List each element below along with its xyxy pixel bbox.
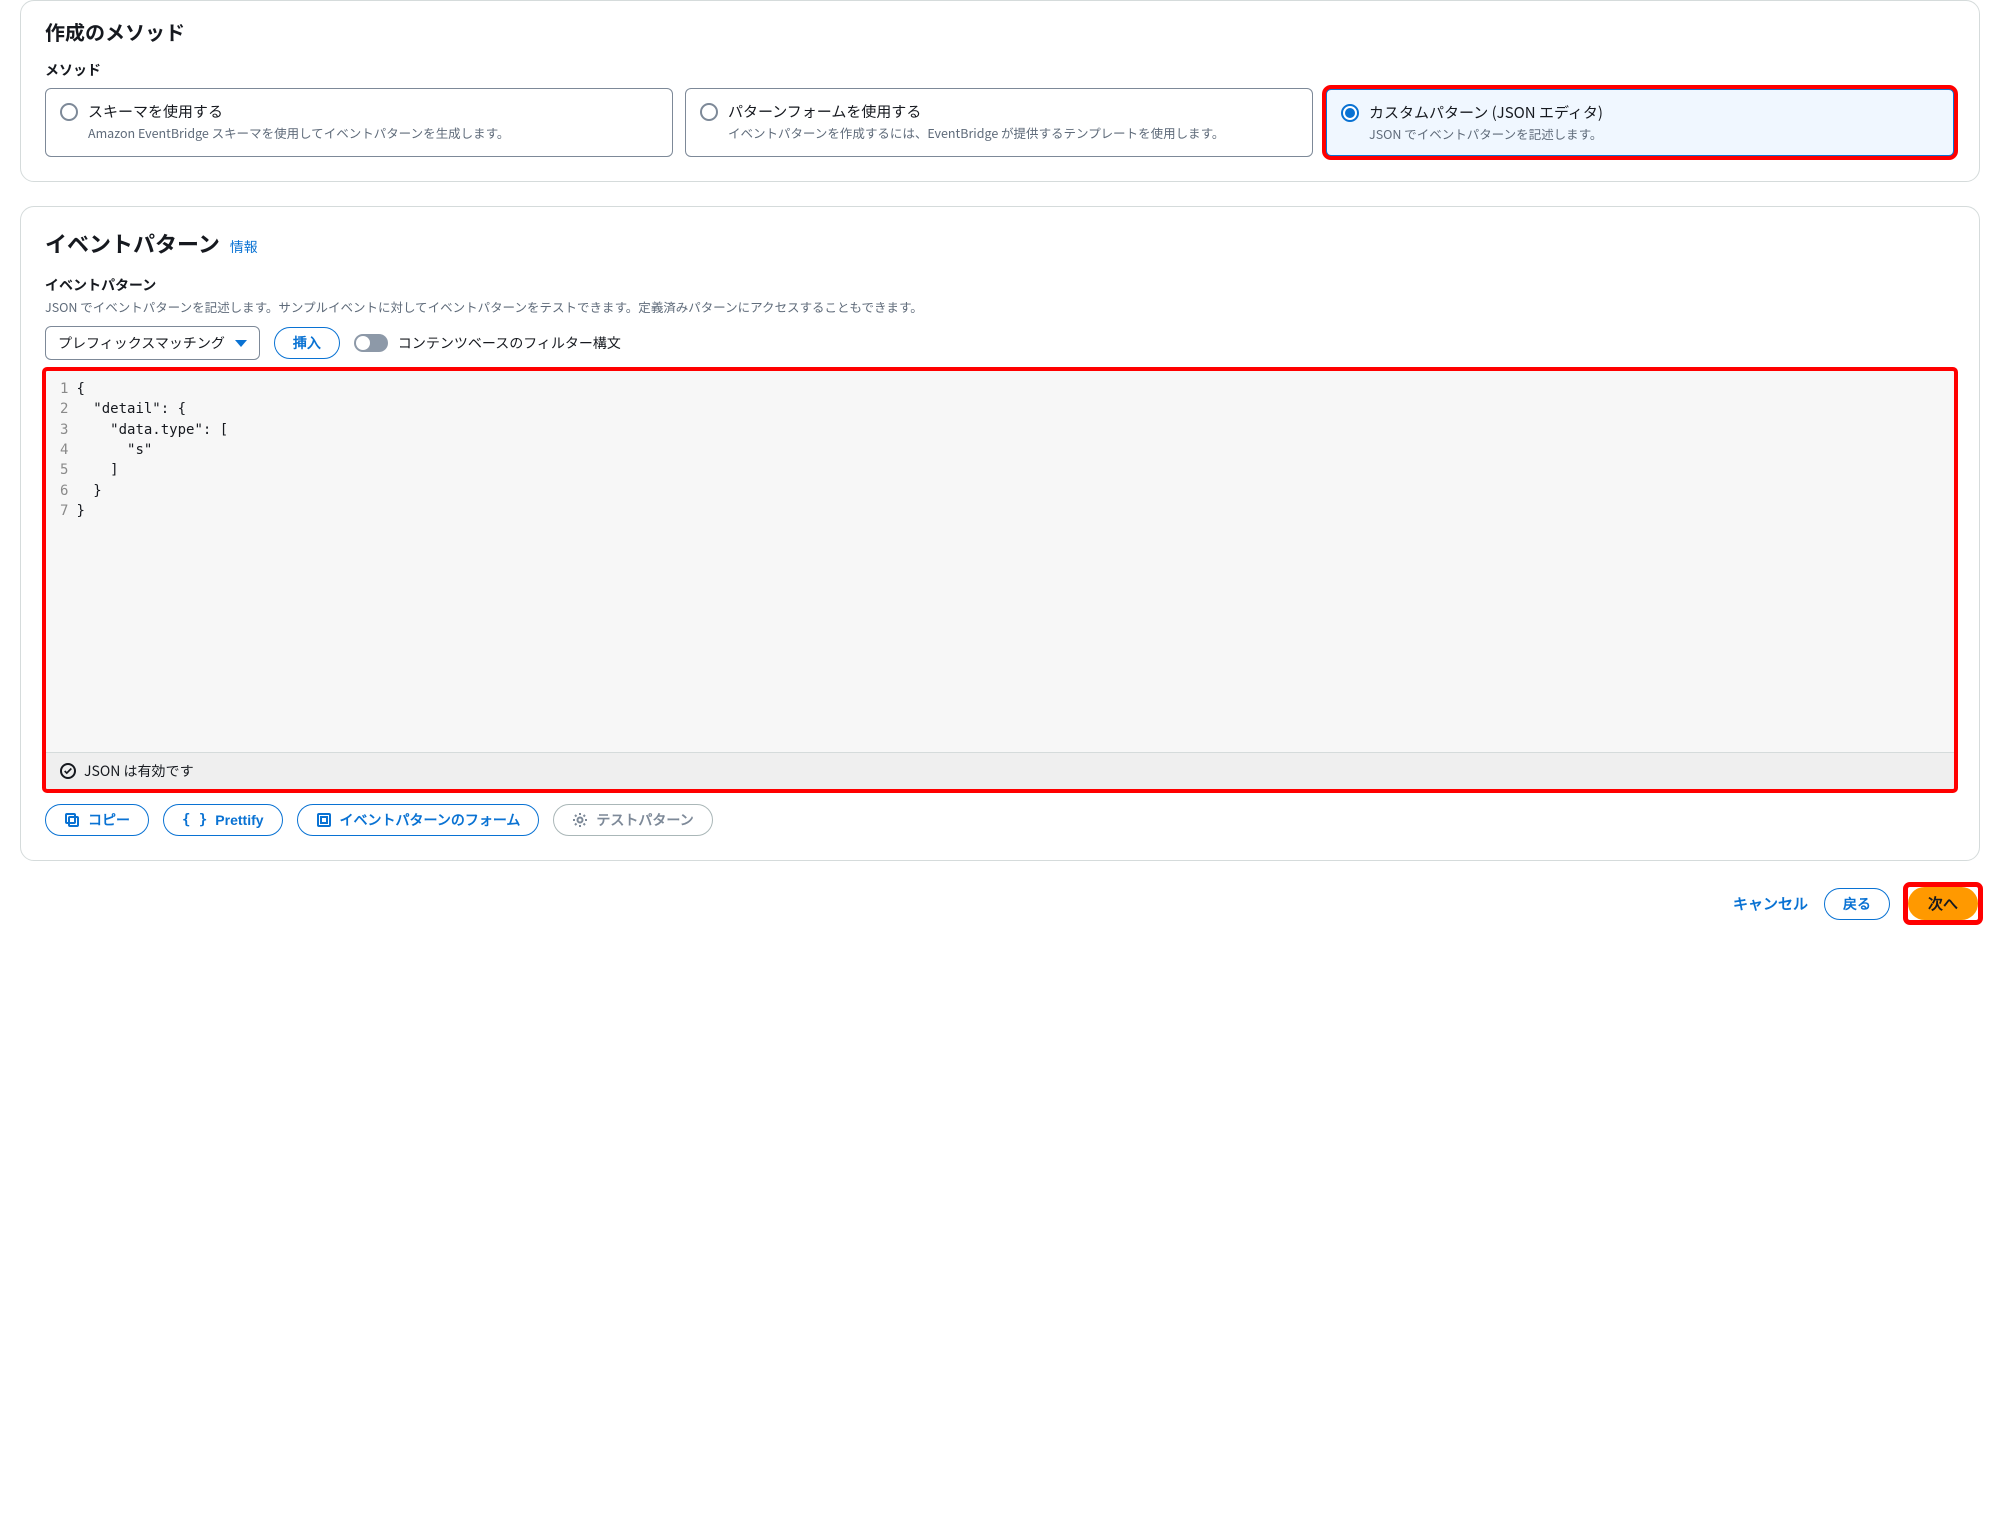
event-pattern-field-desc: JSON でイベントパターンを記述します。サンプルイベントに対してイベントパター… — [45, 297, 1955, 316]
braces-icon: { } — [182, 812, 207, 828]
copy-icon — [64, 812, 80, 828]
method-option-custom-json[interactable]: カスタムパターン (JSON エディタ) JSON でイベントパターンを記述しま… — [1325, 88, 1955, 157]
cancel-button[interactable]: キャンセル — [1733, 893, 1808, 914]
copy-button[interactable]: コピー — [45, 804, 149, 836]
check-circle-icon — [60, 763, 76, 779]
method-option-desc: JSON でイベントパターンを記述します。 — [1369, 125, 1603, 143]
gear-icon — [572, 812, 588, 828]
pattern-toolbar: プレフィックスマッチング 挿入 コンテンツベースのフィルター構文 — [45, 326, 1955, 360]
json-valid-text: JSON は有効です — [84, 761, 193, 781]
json-editor-content[interactable]: { "detail": { "data.type": [ "s" ] } } — [76, 379, 228, 752]
method-option-desc: Amazon EventBridge スキーマを使用してイベントパターンを生成し… — [88, 124, 509, 142]
radio-icon — [700, 103, 718, 121]
dropdown-label: プレフィックスマッチング — [58, 333, 225, 353]
content-filter-toggle-label: コンテンツベースのフィルター構文 — [398, 333, 621, 353]
test-pattern-button[interactable]: テストパターン — [553, 804, 712, 836]
content-filter-toggle[interactable] — [354, 334, 388, 352]
event-pattern-panel: イベントパターン 情報 イベントパターン JSON でイベントパターンを記述しま… — [20, 206, 1980, 861]
method-option-title: カスタムパターン (JSON エディタ) — [1369, 102, 1603, 123]
method-radio-group: スキーマを使用する Amazon EventBridge スキーマを使用してイベ… — [45, 88, 1955, 157]
editor-actions-row: コピー { } Prettify イベントパターンのフォーム テストパターン — [45, 804, 1955, 836]
json-valid-status: JSON は有効です — [46, 752, 1954, 789]
radio-icon — [1341, 104, 1359, 122]
method-option-title: スキーマを使用する — [88, 101, 509, 122]
event-pattern-title: イベントパターン — [45, 227, 220, 259]
creation-method-panel: 作成のメソッド メソッド スキーマを使用する Amazon EventBridg… — [20, 0, 1980, 182]
wizard-footer: キャンセル 戻る 次へ — [20, 885, 1980, 922]
prettify-button[interactable]: { } Prettify — [163, 804, 283, 836]
line-number-gutter: 1234567 — [46, 379, 76, 752]
next-button[interactable]: 次へ — [1908, 887, 1978, 920]
chevron-down-icon — [235, 340, 247, 347]
method-option-schema[interactable]: スキーマを使用する Amazon EventBridge スキーマを使用してイベ… — [45, 88, 673, 157]
insert-button[interactable]: 挿入 — [274, 327, 340, 359]
back-button[interactable]: 戻る — [1824, 888, 1890, 920]
next-button-highlight: 次へ — [1906, 885, 1980, 922]
method-option-title: パターンフォームを使用する — [728, 101, 1224, 122]
event-pattern-field-label: イベントパターン — [45, 275, 1955, 295]
prefix-matching-dropdown[interactable]: プレフィックスマッチング — [45, 326, 260, 360]
info-link[interactable]: 情報 — [230, 237, 258, 257]
form-icon — [316, 812, 332, 828]
json-editor[interactable]: 1234567 { "detail": { "data.type": [ "s"… — [45, 370, 1955, 790]
radio-icon — [60, 103, 78, 121]
method-label: メソッド — [45, 60, 1955, 80]
pattern-form-button[interactable]: イベントパターンのフォーム — [297, 804, 540, 836]
creation-method-title: 作成のメソッド — [45, 17, 1955, 46]
method-option-pattern-form[interactable]: パターンフォームを使用する イベントパターンを作成するには、EventBridg… — [685, 88, 1313, 157]
method-option-desc: イベントパターンを作成するには、EventBridge が提供するテンプレートを… — [728, 124, 1224, 142]
